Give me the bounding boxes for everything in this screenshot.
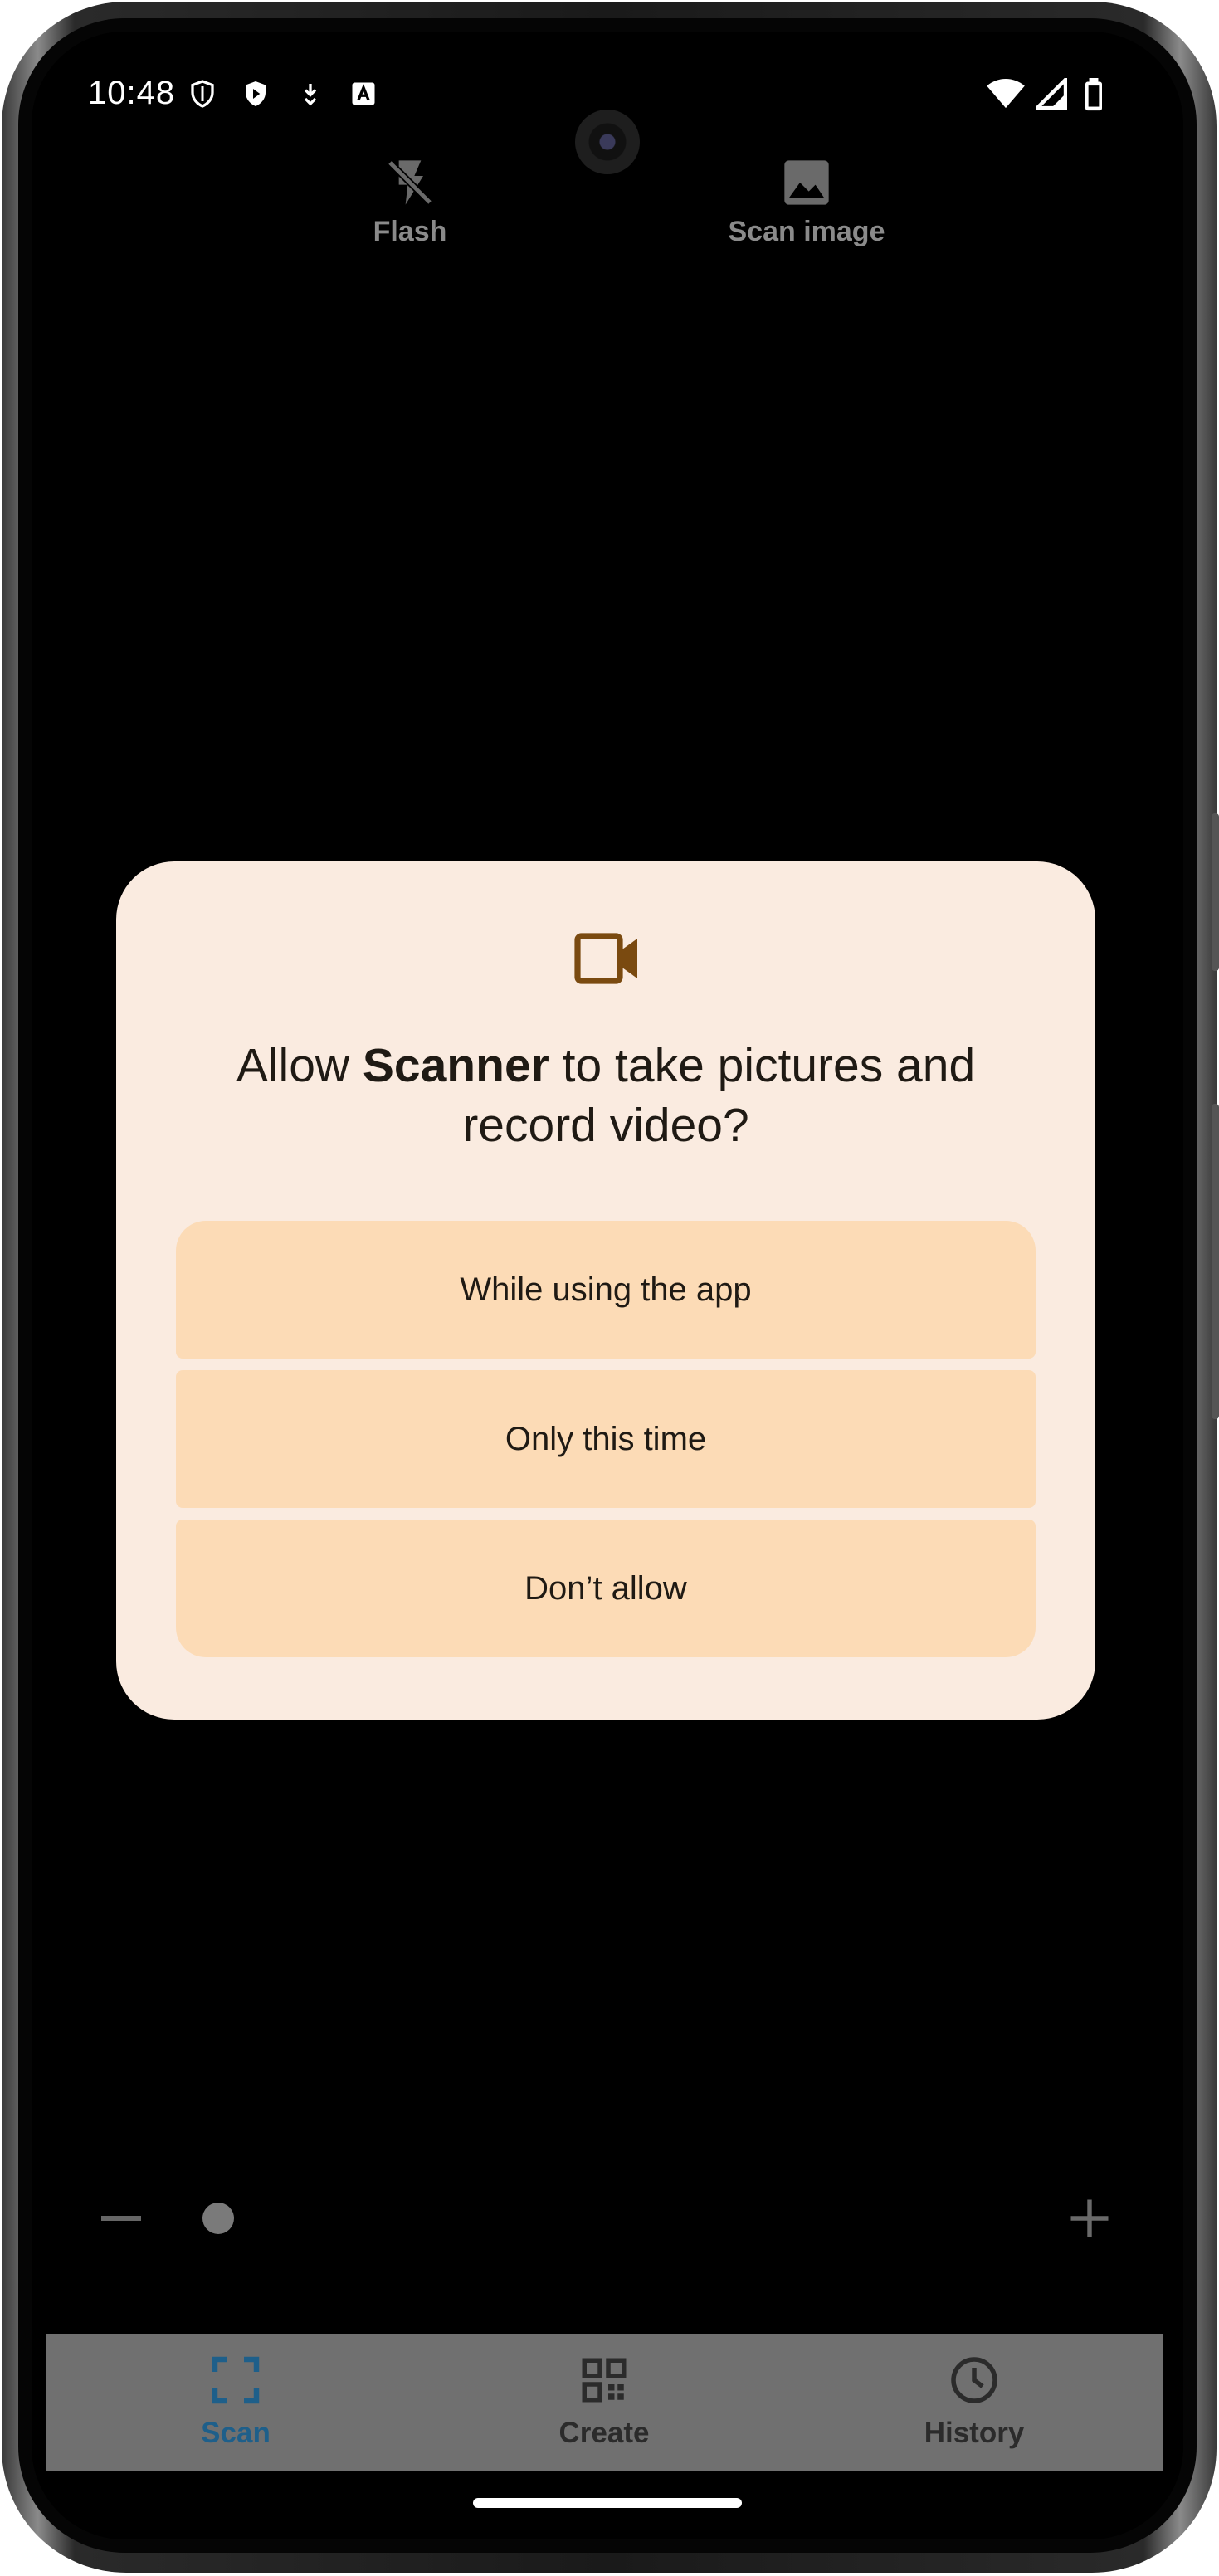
nav-item-create[interactable]: Create	[480, 2355, 729, 2450]
cell-signal-icon	[1036, 78, 1067, 110]
download-icon	[304, 84, 317, 106]
flash-button[interactable]: Flash	[302, 156, 518, 248]
home-indicator[interactable]	[473, 2498, 742, 2508]
front-camera	[575, 110, 640, 174]
flash-label: Flash	[373, 216, 447, 247]
nav-label-scan: Scan	[201, 2417, 271, 2449]
only-this-time-button[interactable]: Only this time	[176, 1370, 1036, 1508]
videocam-icon	[574, 933, 637, 984]
flash-off-icon	[387, 159, 433, 206]
volume-button	[1212, 813, 1219, 971]
wifi-icon	[987, 78, 1025, 109]
button-label: Only this time	[505, 1420, 707, 1457]
play-shield-icon	[246, 81, 266, 106]
scan-frame-icon	[212, 2356, 260, 2404]
nav-label-history: History	[924, 2417, 1025, 2449]
status-time: 10:48	[88, 75, 176, 111]
qr-code-icon	[582, 2358, 627, 2403]
permission-dialog: Allow Scanner to take pictures and recor…	[116, 861, 1095, 1720]
button-label: Don’t allow	[524, 1569, 687, 1607]
minus-icon[interactable]	[101, 2216, 141, 2221]
while-using-app-button[interactable]: While using the app	[176, 1221, 1036, 1359]
title-app-name: Scanner	[362, 1039, 549, 1092]
dont-allow-button[interactable]: Don’t allow	[176, 1520, 1036, 1657]
nav-item-scan[interactable]: Scan	[111, 2355, 360, 2450]
battery-icon	[1085, 78, 1102, 111]
a-box-icon	[352, 82, 375, 105]
shield-outline-icon	[191, 80, 214, 108]
bottom-navigation: Scan Create History	[46, 2334, 1163, 2471]
nav-label-create: Create	[558, 2417, 650, 2449]
image-icon	[784, 160, 829, 205]
nav-item-history[interactable]: History	[850, 2355, 1099, 2450]
plus-icon[interactable]	[1067, 2196, 1112, 2241]
power-button	[1212, 1104, 1219, 1419]
screen: 10:48 Flash Scan image Allow Scanner to …	[32, 32, 1183, 2539]
zoom-slider-thumb[interactable]	[202, 2203, 234, 2234]
clock-icon	[951, 2357, 997, 2403]
scan-image-button[interactable]: Scan image	[699, 156, 914, 248]
title-prefix: Allow	[236, 1039, 363, 1092]
scan-image-label: Scan image	[728, 216, 885, 247]
button-label: While using the app	[460, 1271, 752, 1308]
dialog-title: Allow Scanner to take pictures and recor…	[166, 1036, 1046, 1155]
